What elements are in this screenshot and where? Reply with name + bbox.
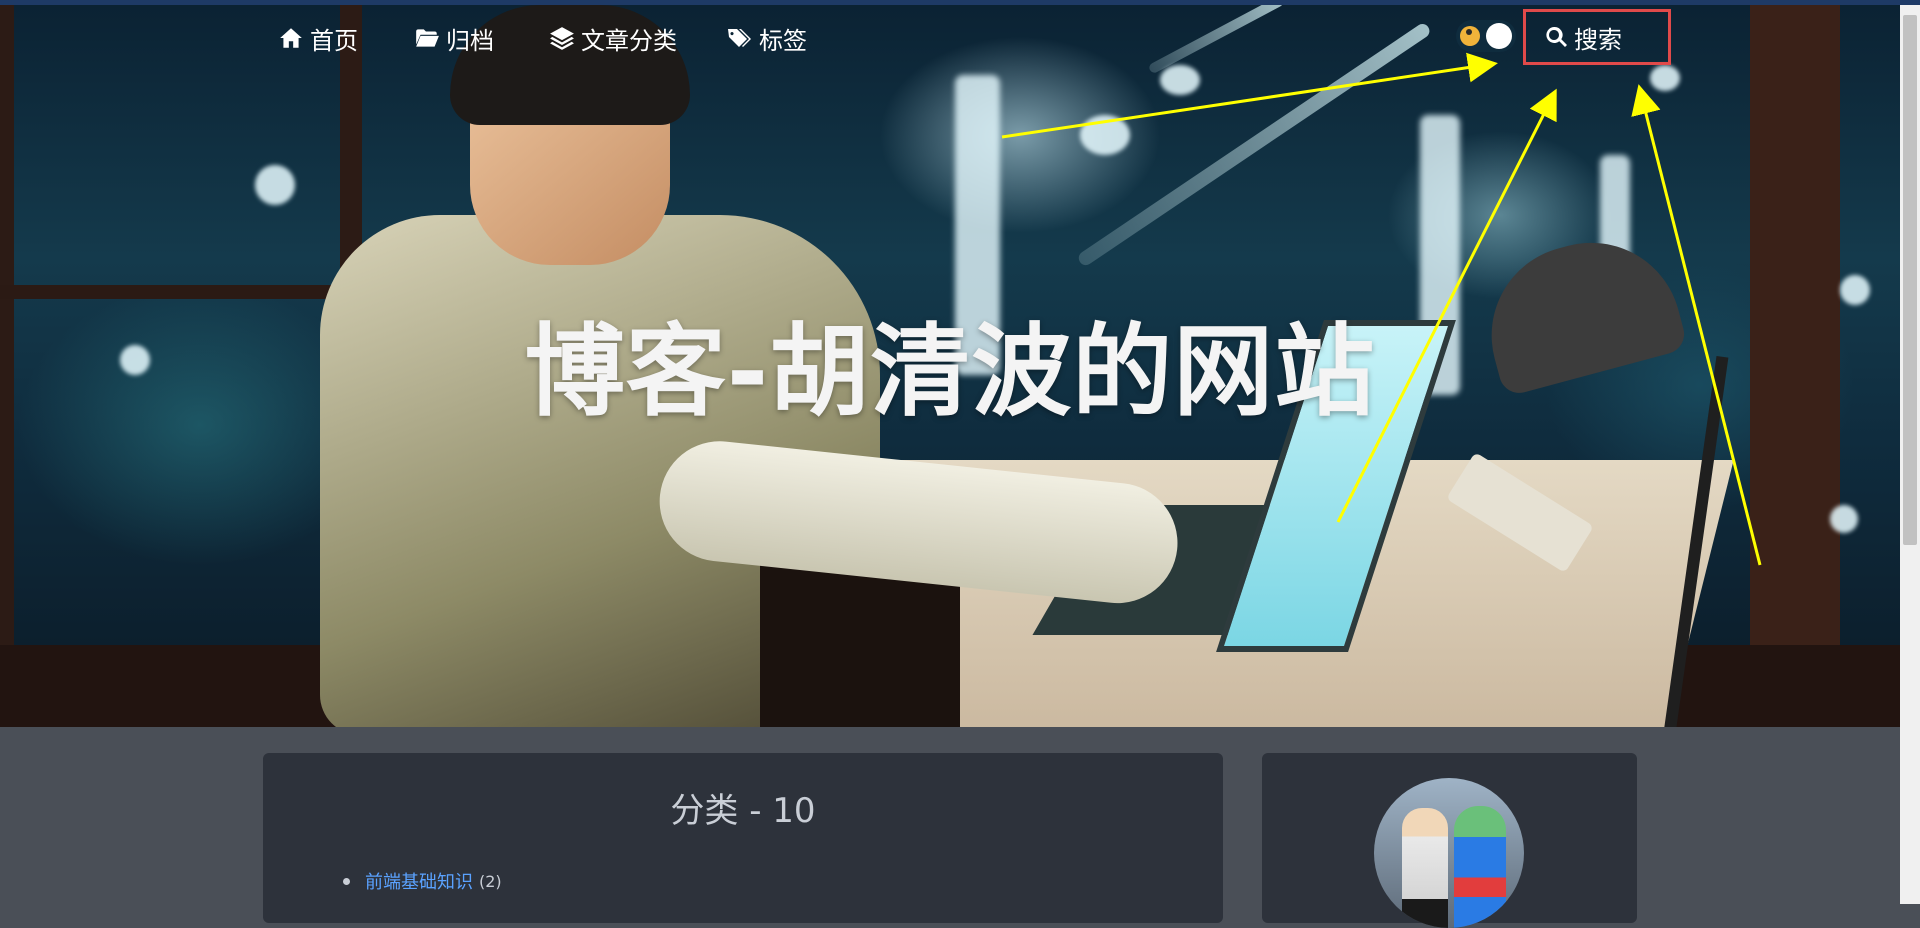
site-title: 博客-胡清波的网站 [524, 313, 1376, 430]
nav-tags[interactable]: 标签 [727, 18, 807, 58]
city-light [1650, 65, 1680, 91]
browser-top-border [0, 0, 1920, 5]
avatar-figure [1402, 808, 1448, 928]
home-icon [280, 28, 302, 48]
illustration-desk-leg [760, 565, 960, 727]
avatar-figure [1454, 806, 1506, 928]
scrollbar[interactable] [1900, 5, 1920, 904]
categories-title: 分类 - 10 [670, 791, 816, 831]
theme-toggle[interactable] [1456, 20, 1516, 52]
city-light [1160, 65, 1200, 95]
folder-open-icon [416, 29, 439, 47]
category-list: 前端基础知识 (2) [343, 868, 502, 894]
light-streak [1076, 21, 1433, 268]
city-light [1080, 115, 1130, 155]
search-label: 搜索 [1574, 25, 1622, 54]
category-count: (2) [479, 871, 502, 891]
nav-home-label: 首页 [310, 26, 358, 55]
avatar[interactable] [1374, 778, 1524, 928]
bullet-icon [343, 877, 350, 885]
moon-icon [1466, 29, 1472, 35]
nav-categories-label: 文章分类 [581, 26, 677, 55]
city-light [255, 165, 295, 205]
profile-card [1262, 753, 1637, 928]
nav-categories[interactable]: 文章分类 [549, 18, 677, 58]
nav-tags-label: 标签 [759, 26, 807, 55]
list-item: 前端基础知识 (2) [343, 868, 502, 894]
category-link[interactable]: 前端基础知识 [365, 868, 473, 894]
hero-banner: 博客-胡清波的网站 [0, 5, 1900, 727]
nav-home[interactable]: 首页 [278, 18, 358, 58]
categories-card: 分类 - 10 前端基础知识 (2) [263, 753, 1223, 923]
city-light [1830, 505, 1858, 533]
toggle-knob [1486, 23, 1512, 49]
layers-icon [550, 27, 574, 50]
nav-archive-label: 归档 [446, 26, 494, 55]
search-button[interactable]: 搜索 [1523, 9, 1671, 65]
nav-archive[interactable]: 归档 [414, 18, 494, 58]
scrollbar-thumb[interactable] [1903, 15, 1917, 545]
tags-icon [728, 29, 751, 47]
search-icon [1546, 26, 1567, 47]
